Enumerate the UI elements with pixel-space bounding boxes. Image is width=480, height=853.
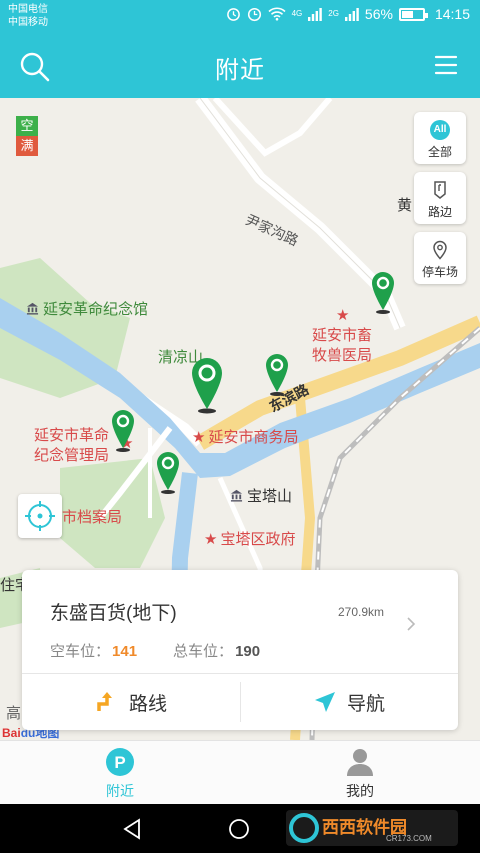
landmark-icon (230, 489, 243, 502)
navigate-label: 导航 (346, 693, 385, 715)
free-spaces-count: 141 (112, 643, 138, 660)
route-button[interactable]: 路线 (22, 674, 240, 730)
baidu-logo-text: Bai (2, 726, 21, 740)
map-label-baota-mountain[interactable]: 宝塔山 (230, 485, 292, 506)
tab-nearby[interactable]: P 附近 (70, 747, 170, 801)
roadside-parking-icon (434, 181, 446, 199)
signal-bars-2-icon (344, 7, 359, 21)
chevron-right-icon[interactable] (406, 616, 416, 632)
parking-pin[interactable] (264, 352, 290, 398)
watermark-logo: 西西软件园 CR173.COM (286, 810, 458, 846)
tab-mine[interactable]: 我的 (310, 747, 410, 801)
map-label-baota-mountain-text: 宝塔山 (247, 488, 293, 505)
wifi-icon (268, 7, 286, 21)
parking-pin[interactable] (155, 450, 181, 496)
map-label-gao-partial: 高 (6, 705, 22, 722)
route-icon (97, 692, 112, 711)
app-header: 附近 (0, 34, 480, 98)
filter-roadside-label: 路边 (427, 205, 452, 219)
total-spaces-count: 190 (235, 643, 261, 660)
menu-icon (434, 55, 458, 75)
parking-name: 东盛百货(地下) (50, 603, 177, 624)
carrier-2: 中国移动 (8, 17, 48, 28)
signal-2-label: 2G (328, 9, 339, 18)
parking-space-summary: 空车位： 141 总车位： 190 (50, 640, 260, 661)
map-poi-animal-hospital-star: ★ (336, 306, 352, 324)
signal-bars-1-icon (308, 7, 323, 21)
home-icon[interactable] (228, 818, 250, 840)
menu-button[interactable] (434, 54, 458, 76)
map-label-baota-government-text: 宝塔区政府 (220, 531, 296, 548)
watermark-sub: CR173.COM (386, 834, 432, 843)
map-label-revolution-memorial-text: 延安革命纪念馆 (43, 301, 149, 318)
status-icons: 4G 2G 56% 14:15 (226, 6, 470, 22)
map-label-archives-bureau[interactable]: 市档案局 (62, 506, 122, 527)
map-label-commerce-bureau-text: 延安市商务局 (208, 429, 299, 446)
map-label-huang-partial: 黄 (397, 197, 413, 214)
poi-star-icon: ★ (204, 531, 218, 548)
parking-pin-selected[interactable] (190, 356, 224, 416)
tab-mine-label: 我的 (346, 783, 374, 799)
page-title: 附近 (215, 57, 265, 84)
free-spaces-label: 空车位： (50, 643, 111, 660)
map-label-animal-hospital-line2: 牧兽医局 (312, 347, 373, 364)
battery-percent: 56% (364, 6, 393, 22)
map-label-animal-hospital[interactable]: 延安市畜 牧兽医局 (312, 326, 372, 366)
user-icon (347, 749, 373, 776)
parking-pin[interactable] (370, 270, 396, 316)
total-spaces-label: 总车位： (173, 643, 234, 660)
availability-legend: 空 满 (16, 116, 38, 156)
parking-info-card[interactable]: 东盛百货(地下) 270.9km 空车位： 141 总车位： 190 路线 导航 (22, 570, 458, 730)
carrier-info: 中国电信 中国移动 (8, 3, 48, 29)
filter-roadside-button[interactable]: 路边 (414, 172, 466, 224)
map-label-animal-hospital-line1: 延安市畜 (312, 327, 373, 344)
location-pin-icon (433, 240, 447, 260)
carrier-1: 中国电信 (8, 4, 48, 15)
status-time: 14:15 (434, 6, 470, 22)
map-label-commerce-bureau[interactable]: ★ 延安市商务局 (192, 426, 298, 447)
map-label-baota-government[interactable]: ★ 宝塔区政府 (204, 528, 295, 549)
filter-all-button[interactable]: All 全部 (414, 112, 466, 164)
signal-1-label: 4G (291, 9, 303, 18)
map-label-revolution-mgmt-line1: 延安市革命 (34, 427, 110, 444)
map-label-revolution-memorial[interactable]: 延安革命纪念馆 (26, 298, 148, 319)
tab-nearby-label: 附近 (106, 783, 134, 799)
bottom-tab-bar: P 附近 我的 (0, 740, 480, 804)
map-label-revolution-mgmt-line2: 纪念管理局 (34, 447, 110, 464)
legend-free: 空 (16, 116, 38, 136)
map-label-revolution-mgmt[interactable]: 延安市革命 纪念管理局 (34, 426, 109, 466)
system-nav-bar: 西西软件园 CR173.COM (0, 804, 480, 853)
poi-star-icon: ★ (192, 429, 206, 446)
route-label: 路线 (128, 693, 167, 715)
filter-parking-lot-button[interactable]: 停车场 (414, 232, 466, 284)
clock-icon (247, 7, 261, 21)
parking-p-icon: P (106, 748, 134, 776)
all-badge-icon: All (430, 120, 450, 140)
svg-text:P: P (114, 753, 125, 772)
crosshair-icon (25, 501, 55, 531)
filter-parking-lot-label: 停车场 (421, 265, 458, 279)
back-icon[interactable] (122, 818, 142, 840)
navigation-arrow-icon (314, 692, 335, 712)
battery-icon (398, 7, 428, 21)
poi-star-icon: ★ (336, 307, 350, 324)
parking-distance: 270.9km (337, 605, 384, 619)
navigate-button[interactable]: 导航 (240, 674, 458, 730)
alarm-icon (226, 7, 240, 21)
parking-pin[interactable] (110, 408, 136, 454)
legend-full: 满 (16, 136, 38, 156)
locate-me-button[interactable] (18, 494, 62, 538)
museum-icon (26, 302, 39, 315)
status-bar: 中国电信 中国移动 4G 2G 56% 14:15 (0, 0, 480, 34)
filter-all-label: 全部 (427, 145, 452, 159)
